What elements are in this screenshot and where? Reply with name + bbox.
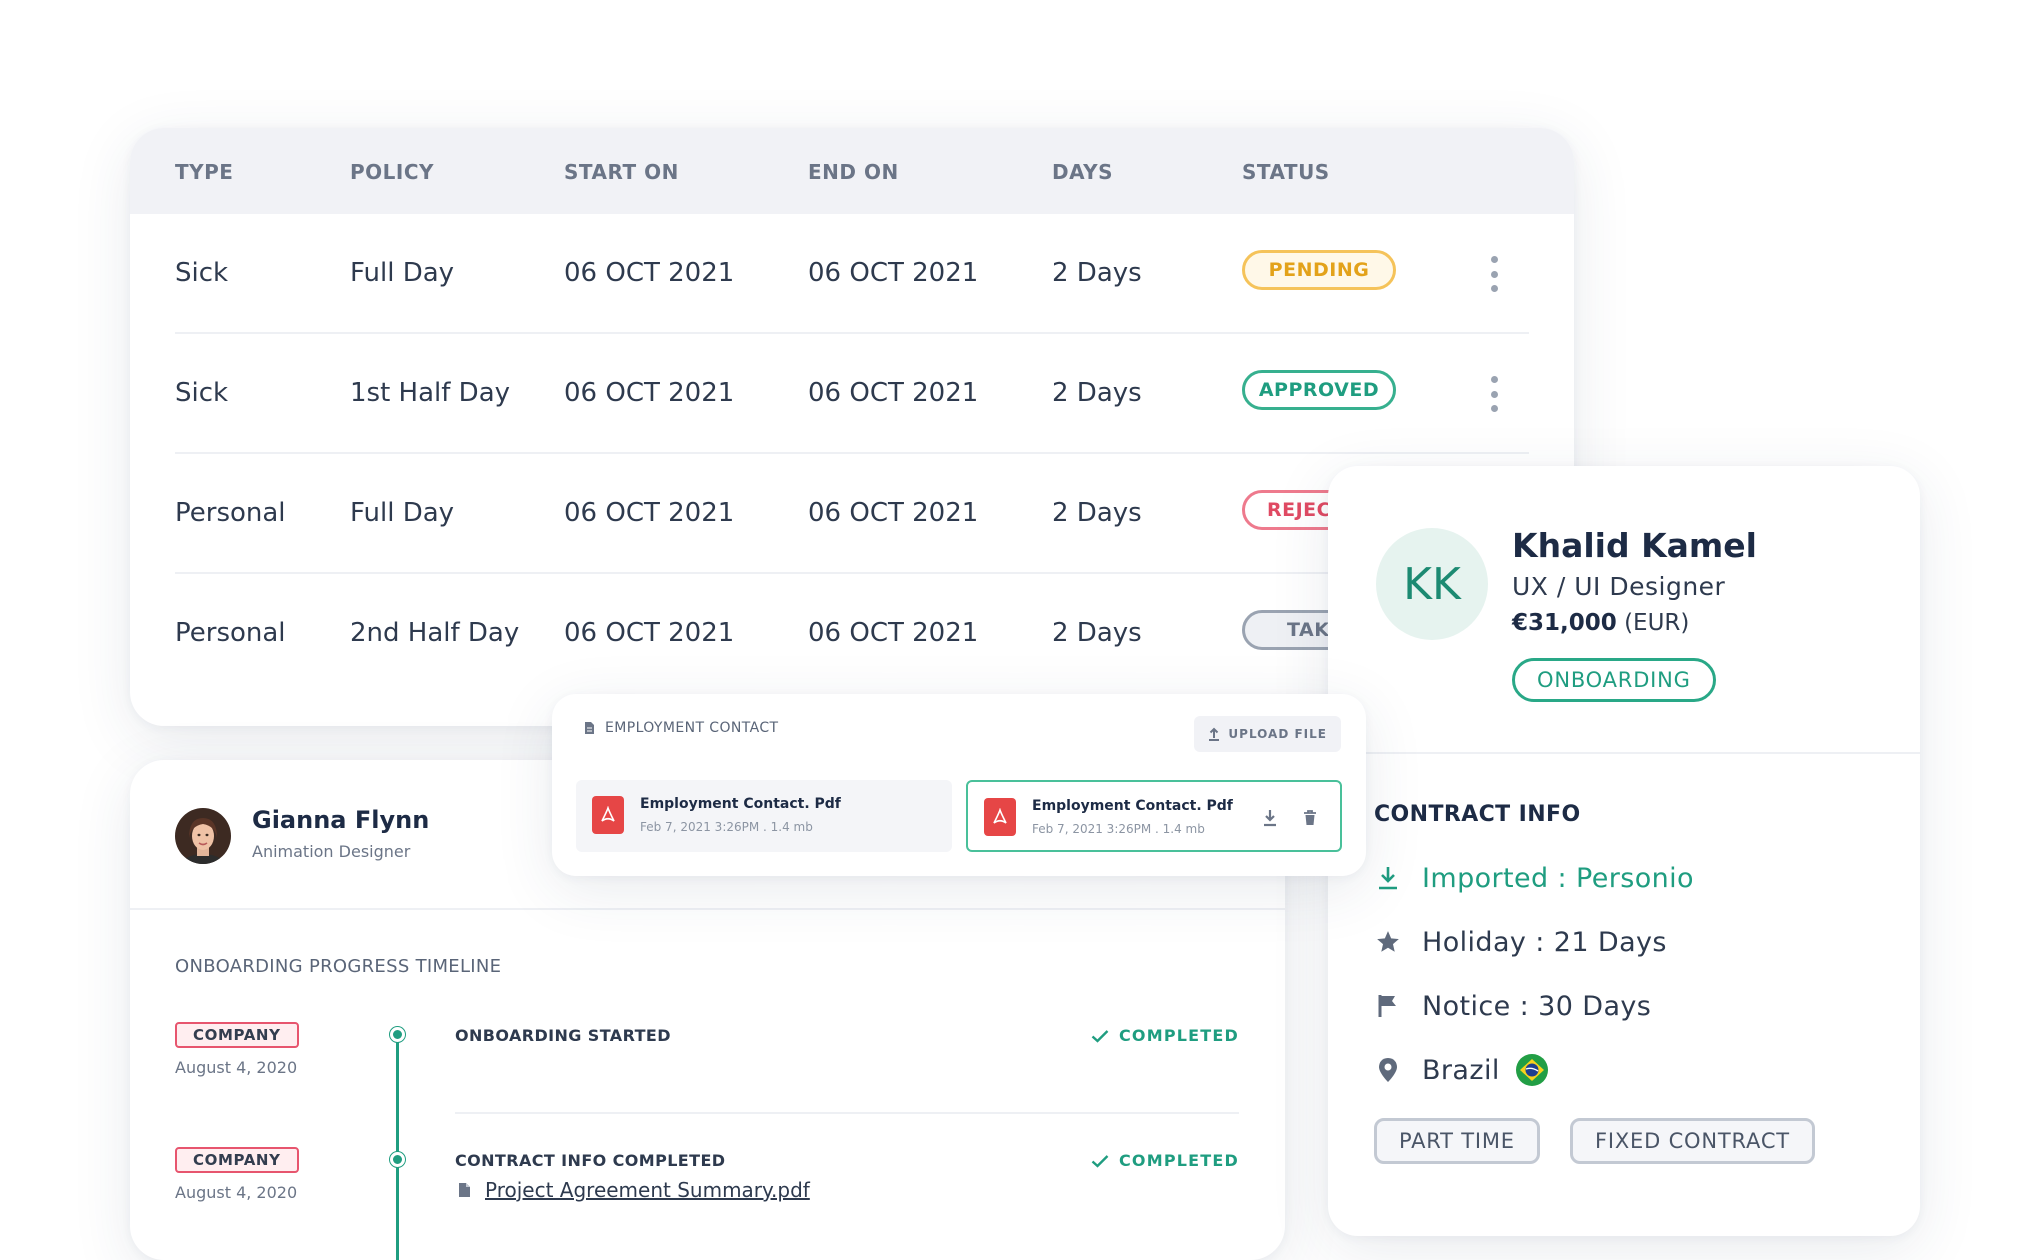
contract-item-location: Brazil xyxy=(1374,1050,1548,1090)
column-header-start-on[interactable]: START ON xyxy=(564,160,679,184)
event-divider xyxy=(455,1112,1239,1114)
tag-part-time[interactable]: PART TIME xyxy=(1374,1118,1540,1164)
cell-type: Sick xyxy=(175,258,229,288)
attachment-filename[interactable]: Project Agreement Summary.pdf xyxy=(485,1178,810,1202)
document-icon xyxy=(585,722,594,734)
employee-salary: €31,000 (EUR) xyxy=(1512,610,1689,636)
pdf-icon xyxy=(984,798,1016,836)
cell-days: 2 Days xyxy=(1052,258,1142,288)
salary-amount: €31,000 xyxy=(1512,610,1617,636)
file-name: Employment Contact. Pdf xyxy=(1032,798,1233,814)
cell-policy: 1st Half Day xyxy=(350,378,511,408)
event-title: ONBOARDING STARTED xyxy=(455,1026,671,1045)
cell-days: 2 Days xyxy=(1052,498,1142,528)
divider xyxy=(1328,752,1920,754)
table-header: TYPE POLICY START ON END ON DAYS STATUS xyxy=(130,128,1574,214)
cell-policy: Full Day xyxy=(350,258,455,288)
event-status: COMPLETED xyxy=(1091,1026,1239,1045)
upload-icon xyxy=(1209,727,1220,741)
contract-item-notice: Notice : 30 Days xyxy=(1374,986,1651,1026)
status-badge-pending: PENDING xyxy=(1242,250,1396,290)
check-icon xyxy=(1091,1154,1109,1168)
cell-days: 2 Days xyxy=(1052,618,1142,648)
download-icon xyxy=(1374,864,1402,892)
contract-info-title: CONTRACT INFO xyxy=(1374,802,1581,827)
cell-policy: 2nd Half Day xyxy=(350,618,520,648)
event-title: CONTRACT INFO COMPLETED xyxy=(455,1151,726,1170)
upload-file-button[interactable]: UPLOAD FILE xyxy=(1194,716,1341,752)
document-icon xyxy=(459,1183,470,1197)
event-status-label: COMPLETED xyxy=(1118,1151,1239,1170)
avatar[interactable]: KK xyxy=(1376,528,1488,640)
contract-item-imported: Imported : Personio xyxy=(1374,858,1694,898)
cell-start-on: 06 OCT 2021 xyxy=(564,378,735,408)
cell-start-on: 06 OCT 2021 xyxy=(564,498,735,528)
cell-type: Sick xyxy=(175,378,229,408)
salary-currency: (EUR) xyxy=(1624,610,1690,636)
event-date: August 4, 2020 xyxy=(175,1058,298,1077)
cell-policy: Full Day xyxy=(350,498,455,528)
contract-item-label: Holiday : 21 Days xyxy=(1422,926,1667,958)
company-badge: COMPANY xyxy=(175,1022,299,1048)
file-item-selected[interactable]: Employment Contact. Pdf Feb 7, 2021 3:26… xyxy=(966,780,1342,852)
flag-icon xyxy=(1374,992,1402,1020)
pdf-icon xyxy=(592,796,624,834)
cell-type: Personal xyxy=(175,498,286,528)
brazil-flag-icon xyxy=(1515,1054,1548,1086)
timeline-dot xyxy=(390,1152,405,1167)
column-header-type[interactable]: TYPE xyxy=(175,160,233,184)
cell-end-on: 06 OCT 2021 xyxy=(808,378,979,408)
cell-days: 2 Days xyxy=(1052,378,1142,408)
download-icon[interactable] xyxy=(1258,806,1282,830)
upload-file-label: UPLOAD FILE xyxy=(1228,727,1327,741)
file-name: Employment Contact. Pdf xyxy=(640,796,841,812)
file-meta: Feb 7, 2021 3:26PM . 1.4 mb xyxy=(640,820,813,834)
column-header-policy[interactable]: POLICY xyxy=(350,160,434,184)
cell-start-on: 06 OCT 2021 xyxy=(564,618,735,648)
employee-name: Khalid Kamel xyxy=(1512,526,1757,565)
table-row[interactable]: Sick 1st Half Day 06 OCT 2021 06 OCT 202… xyxy=(130,334,1574,454)
timeline-line xyxy=(396,1034,399,1260)
contract-item-label: Notice : 30 Days xyxy=(1422,990,1652,1022)
contract-item-label: Brazil xyxy=(1422,1054,1500,1086)
employee-profile-card: KK Khalid Kamel UX / UI Designer €31,000… xyxy=(1328,466,1920,1236)
check-icon xyxy=(1091,1029,1109,1043)
timeline-dot xyxy=(390,1027,405,1042)
avatar[interactable] xyxy=(175,808,231,864)
cell-end-on: 06 OCT 2021 xyxy=(808,498,979,528)
cell-type: Personal xyxy=(175,618,286,648)
contract-item-label: Imported : Personio xyxy=(1422,862,1694,894)
company-badge: COMPANY xyxy=(175,1147,299,1173)
status-badge-approved: APPROVED xyxy=(1242,370,1396,410)
event-status-label: COMPLETED xyxy=(1118,1026,1239,1045)
column-header-days[interactable]: DAYS xyxy=(1052,160,1113,184)
divider xyxy=(130,908,1285,910)
attachment-link[interactable]: Project Agreement Summary.pdf xyxy=(458,1178,810,1202)
row-more-options-icon[interactable] xyxy=(1486,376,1502,412)
event-status: COMPLETED xyxy=(1091,1151,1239,1170)
table-row[interactable]: Sick Full Day 06 OCT 2021 06 OCT 2021 2 … xyxy=(130,214,1574,334)
column-header-end-on[interactable]: END ON xyxy=(808,160,899,184)
popup-header: EMPLOYMENT CONTACT xyxy=(584,720,778,736)
column-header-status[interactable]: STATUS xyxy=(1242,160,1330,184)
employee-role: Animation Designer xyxy=(252,842,411,861)
employment-contract-popup: EMPLOYMENT CONTACT UPLOAD FILE Employmen… xyxy=(552,694,1366,876)
location-pin-icon xyxy=(1374,1056,1402,1084)
file-item[interactable]: Employment Contact. Pdf Feb 7, 2021 3:26… xyxy=(576,780,952,852)
event-date: August 4, 2020 xyxy=(175,1183,298,1202)
file-meta: Feb 7, 2021 3:26PM . 1.4 mb xyxy=(1032,822,1205,836)
timeline-title: ONBOARDING PROGRESS TIMELINE xyxy=(175,956,502,977)
tag-fixed-contract[interactable]: FIXED CONTRACT xyxy=(1570,1118,1815,1164)
employee-role: UX / UI Designer xyxy=(1512,572,1726,601)
cell-end-on: 06 OCT 2021 xyxy=(808,258,979,288)
contract-item-holiday: Holiday : 21 Days xyxy=(1374,922,1667,962)
popup-title: EMPLOYMENT CONTACT xyxy=(605,720,779,736)
cell-start-on: 06 OCT 2021 xyxy=(564,258,735,288)
star-icon xyxy=(1374,928,1402,956)
status-badge-onboarding: ONBOARDING xyxy=(1512,658,1716,702)
employee-name: Gianna Flynn xyxy=(252,806,430,834)
delete-icon[interactable] xyxy=(1298,806,1322,830)
row-more-options-icon[interactable] xyxy=(1486,256,1502,292)
cell-end-on: 06 OCT 2021 xyxy=(808,618,979,648)
